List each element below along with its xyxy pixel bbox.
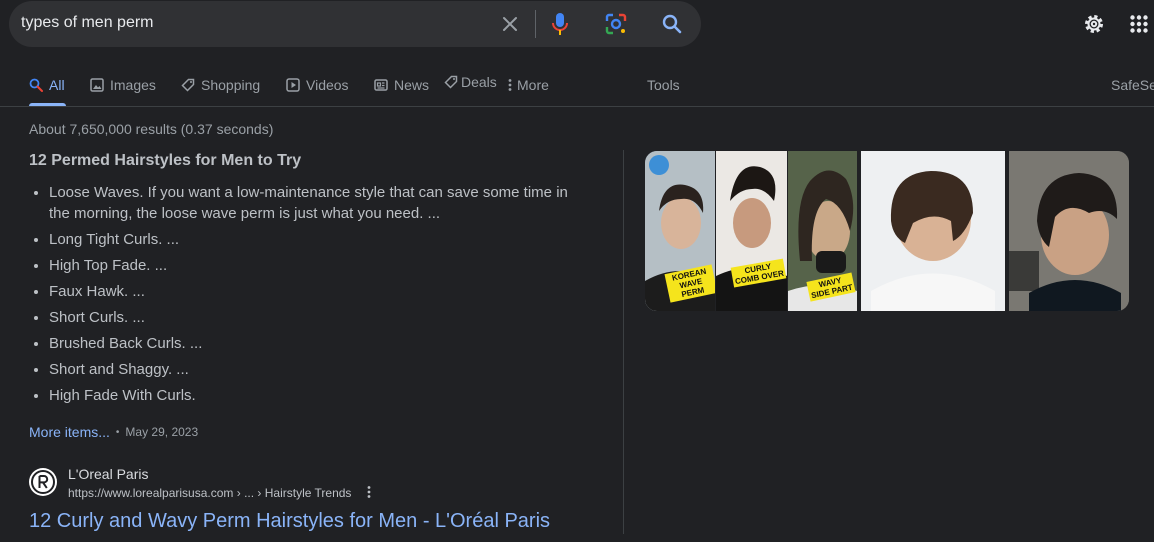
vertical-dots-icon	[508, 78, 512, 92]
hairstyle-image[interactable]: KOREAN WAVE PERM	[645, 151, 715, 311]
tab-label: Videos	[306, 77, 349, 93]
snippet-title: 12 Permed Hairstyles for Men to Try	[29, 152, 302, 169]
tab-label: All	[49, 77, 65, 93]
image-results: KOREAN WAVE PERM CURLY COMB OVER WAVY SI…	[645, 151, 1129, 311]
list-item: Loose Waves. If you want a low-maintenan…	[49, 182, 589, 224]
snippet-footer: More items... • May 29, 2023	[29, 424, 198, 440]
list-item: Short and Shaggy. ...	[49, 359, 589, 380]
list-item: Brushed Back Curls. ...	[49, 333, 589, 354]
clear-icon[interactable]	[500, 14, 520, 34]
search-icon[interactable]	[660, 12, 684, 36]
tab-shopping[interactable]: Shopping	[181, 75, 260, 95]
tab-deals[interactable]: Deals	[444, 72, 497, 92]
tab-all[interactable]: All	[29, 75, 65, 95]
tag-icon	[181, 78, 195, 92]
tab-label: Images	[110, 77, 156, 93]
microphone-icon[interactable]	[549, 12, 571, 36]
list-item: High Fade With Curls.	[49, 385, 589, 406]
result-stats: About 7,650,000 results (0.37 seconds)	[29, 121, 274, 137]
result-title-link[interactable]: 12 Curly and Wavy Perm Hairstyles for Me…	[29, 510, 550, 533]
tab-label: Shopping	[201, 77, 261, 93]
list-item: Faux Hawk. ...	[49, 281, 589, 302]
tab-label: Deals	[461, 74, 497, 90]
hairstyle-image[interactable]	[1009, 151, 1129, 311]
tab-label: News	[394, 77, 430, 93]
apps-grid-icon[interactable]	[1130, 15, 1148, 33]
tag-icon	[444, 75, 458, 89]
loreal-favicon[interactable]	[29, 468, 57, 496]
tab-images[interactable]: Images	[90, 75, 156, 95]
settings-gear-icon[interactable]	[1082, 12, 1106, 36]
list-item: Short Curls. ...	[49, 307, 589, 328]
more-options-icon[interactable]	[363, 485, 375, 502]
image-icon	[90, 78, 104, 92]
hairstyle-image[interactable]: CURLY COMB OVER	[716, 151, 787, 311]
safesearch-button[interactable]: SafeSe	[1111, 75, 1154, 95]
play-icon	[286, 78, 300, 92]
snippet-list: Loose Waves. If you want a low-maintenan…	[29, 182, 589, 411]
news-icon	[374, 78, 388, 92]
more-items-link[interactable]: More items...	[29, 424, 110, 440]
header-divider	[0, 106, 1154, 107]
list-item: Long Tight Curls. ...	[49, 229, 589, 250]
tab-videos[interactable]: Videos	[286, 75, 349, 95]
tab-news[interactable]: News	[374, 75, 429, 95]
result-url[interactable]: https://www.lorealparisusa.com › ... › H…	[68, 486, 351, 500]
result-site-name[interactable]: L'Oreal Paris	[68, 466, 148, 482]
tools-button[interactable]: Tools	[647, 75, 680, 95]
tab-more[interactable]: More	[508, 75, 549, 95]
hairstyle-image[interactable]	[861, 151, 1005, 311]
search-input[interactable]: types of men perm	[21, 14, 154, 32]
search-divider	[535, 10, 536, 38]
column-divider	[623, 150, 624, 534]
separator: •	[115, 426, 120, 438]
lens-icon[interactable]	[604, 12, 628, 36]
snippet-date: May 29, 2023	[125, 425, 199, 439]
tab-label: More	[517, 77, 549, 93]
search-icon	[29, 78, 43, 92]
list-item: High Top Fade. ...	[49, 255, 589, 276]
hairstyle-image[interactable]: WAVY SIDE PART	[788, 151, 857, 311]
